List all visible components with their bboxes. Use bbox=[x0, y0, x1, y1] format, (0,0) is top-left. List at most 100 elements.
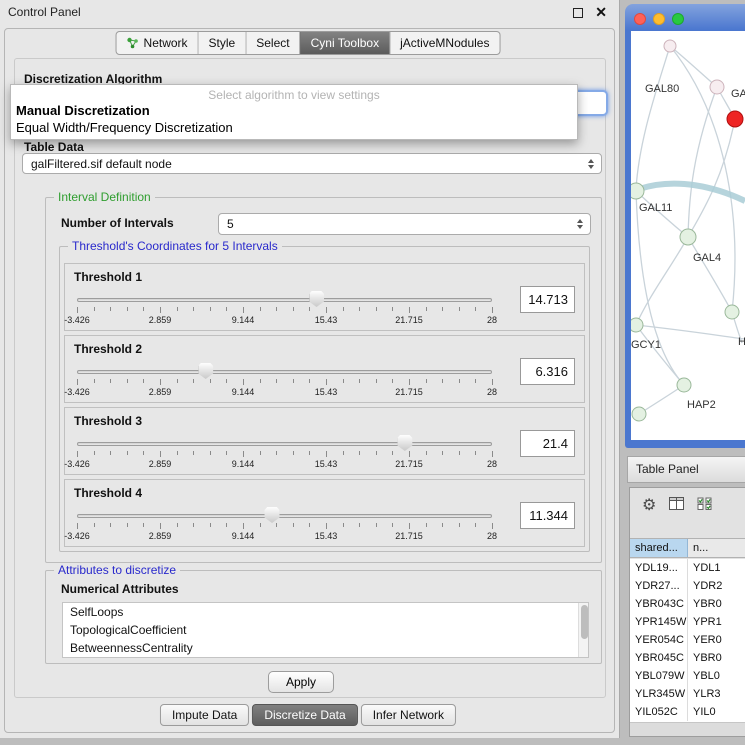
table-row[interactable]: YDL19...YDL1 bbox=[630, 559, 745, 577]
tab-label: jActiveMNodules bbox=[400, 36, 489, 50]
slider-thumb-icon[interactable] bbox=[265, 507, 280, 523]
threshold-label: Threshold 3 bbox=[74, 414, 142, 428]
columns-icon[interactable] bbox=[669, 497, 684, 515]
table-hscrollbar-area[interactable] bbox=[630, 722, 745, 736]
threshold-label: Threshold 2 bbox=[74, 342, 142, 356]
tab-label: Cyni Toolbox bbox=[311, 36, 379, 50]
slider-scale-labels: -3.4262.8599.14415.4321.71528 bbox=[77, 531, 492, 543]
threshold-slider[interactable]: -3.4262.8599.14415.4321.71528 bbox=[77, 362, 492, 402]
svg-text:GAL11: GAL11 bbox=[639, 202, 672, 214]
cell-shared-name[interactable]: YDL19... bbox=[630, 559, 688, 577]
close-icon[interactable]: ✕ bbox=[595, 4, 607, 21]
attributes-list: SelfLoopsTopologicalCoefficientBetweenne… bbox=[62, 602, 589, 658]
cell-name[interactable]: YDL1 bbox=[688, 559, 745, 577]
tab-network[interactable]: Network bbox=[117, 32, 198, 54]
attributes-scrollbar[interactable] bbox=[578, 603, 588, 657]
thresholds-group: Threshold's Coordinates for 5 Intervals … bbox=[59, 246, 590, 552]
threshold-value-field[interactable]: 6.316 bbox=[520, 358, 575, 385]
float-window-icon[interactable] bbox=[573, 8, 583, 18]
cell-name[interactable]: YIL0 bbox=[688, 703, 745, 721]
slider-track[interactable] bbox=[77, 514, 492, 518]
num-intervals-label: Number of Intervals bbox=[61, 216, 174, 230]
table-toolbar: ⚙ bbox=[630, 488, 745, 524]
threshold-value-field[interactable]: 11.344 bbox=[520, 502, 575, 529]
cell-name[interactable]: YBR0 bbox=[688, 649, 745, 667]
cell-shared-name[interactable]: YPR145W bbox=[630, 613, 688, 631]
slider-thumb-icon[interactable] bbox=[397, 435, 412, 451]
table-panel: ⚙ shared... n... YDL19...YDL1YDR27...YDR… bbox=[629, 487, 745, 737]
table-row[interactable]: YIL052CYIL0 bbox=[630, 703, 745, 721]
table-row[interactable]: YER054CYER0 bbox=[630, 631, 745, 649]
dropdown-option-manual-discretization[interactable]: Manual Discretization bbox=[11, 102, 577, 119]
minimize-traffic-light-icon[interactable] bbox=[653, 13, 665, 25]
dropdown-options: Manual DiscretizationEqual Width/Frequen… bbox=[11, 102, 577, 136]
cell-shared-name[interactable]: YIL052C bbox=[630, 703, 688, 721]
cell-name[interactable]: YLR3 bbox=[688, 685, 745, 703]
cell-name[interactable]: YER0 bbox=[688, 631, 745, 649]
threshold-panel-3: Threshold 3 -3.4262.8599.14415.4321.71528… bbox=[64, 407, 585, 475]
cell-name[interactable]: YBR0 bbox=[688, 595, 745, 613]
cell-shared-name[interactable]: YBL079W bbox=[630, 667, 688, 685]
bottom-tab-infer-network[interactable]: Infer Network bbox=[361, 704, 456, 726]
close-traffic-light-icon[interactable] bbox=[634, 13, 646, 25]
threshold-value-field[interactable]: 14.713 bbox=[520, 286, 575, 313]
table-data-label: Table Data bbox=[24, 140, 84, 154]
cell-shared-name[interactable]: YER054C bbox=[630, 631, 688, 649]
column-select-icon[interactable] bbox=[697, 497, 713, 515]
threshold-slider[interactable]: -3.4262.8599.14415.4321.71528 bbox=[77, 434, 492, 474]
apply-button[interactable]: Apply bbox=[268, 671, 334, 693]
threshold-label: Threshold 4 bbox=[74, 486, 142, 500]
cell-shared-name[interactable]: YBR045C bbox=[630, 649, 688, 667]
tab-style[interactable]: Style bbox=[198, 32, 246, 54]
slider-track[interactable] bbox=[77, 442, 492, 446]
combo-arrows-icon bbox=[588, 159, 594, 169]
table-row[interactable]: YBR045CYBR0 bbox=[630, 649, 745, 667]
slider-thumb-icon[interactable] bbox=[198, 363, 213, 379]
tab-jactivemnodules[interactable]: jActiveMNodules bbox=[389, 32, 499, 54]
bottom-tab-discretize-data[interactable]: Discretize Data bbox=[252, 704, 357, 726]
top-tab-bar: NetworkStyleSelect Cyni Toolbox jActiveMNo… bbox=[116, 31, 501, 55]
network-canvas[interactable]: GAL80GAGAL11GAL4GCY1HHAP2 bbox=[631, 31, 745, 440]
threshold-value-field[interactable]: 21.4 bbox=[520, 430, 575, 457]
cell-name[interactable]: YDR2 bbox=[688, 577, 745, 595]
bottom-tab-impute-data[interactable]: Impute Data bbox=[160, 704, 249, 726]
slider-ticks bbox=[77, 307, 492, 314]
slider-track[interactable] bbox=[77, 370, 492, 374]
slider-scale-labels: -3.4262.8599.14415.4321.71528 bbox=[77, 315, 492, 327]
table-row[interactable]: YDR27...YDR2 bbox=[630, 577, 745, 595]
threshold-slider[interactable]: -3.4262.8599.14415.4321.71528 bbox=[77, 290, 492, 330]
cell-shared-name[interactable]: YLR345W bbox=[630, 685, 688, 703]
cell-name[interactable]: YBL0 bbox=[688, 667, 745, 685]
attributes-group: Attributes to discretize Numerical Attri… bbox=[45, 570, 602, 664]
table-row[interactable]: YBR043CYBR0 bbox=[630, 595, 745, 613]
svg-text:GCY1: GCY1 bbox=[631, 339, 661, 351]
table-row[interactable]: YLR345WYLR3 bbox=[630, 685, 745, 703]
cell-name[interactable]: YPR1 bbox=[688, 613, 745, 631]
attribute-item-betweennesscentrality[interactable]: BetweennessCentrality bbox=[63, 639, 588, 657]
cell-shared-name[interactable]: YDR27... bbox=[630, 577, 688, 595]
control-panel-title: Control Panel bbox=[8, 5, 81, 19]
num-intervals-combobox[interactable]: 5 bbox=[218, 213, 591, 235]
threshold-slider[interactable]: -3.4262.8599.14415.4321.71528 bbox=[77, 506, 492, 546]
slider-scale-labels: -3.4262.8599.14415.4321.71528 bbox=[77, 387, 492, 399]
dropdown-option-equal-width-frequency-discretization[interactable]: Equal Width/Frequency Discretization bbox=[11, 119, 577, 136]
attribute-item-topologicalcoefficient[interactable]: TopologicalCoefficient bbox=[63, 621, 588, 639]
num-intervals-value: 5 bbox=[227, 217, 234, 231]
gear-icon[interactable]: ⚙ bbox=[642, 498, 656, 514]
svg-text:HAP2: HAP2 bbox=[687, 399, 716, 411]
cell-shared-name[interactable]: YBR043C bbox=[630, 595, 688, 613]
tab-select[interactable]: Select bbox=[245, 32, 299, 54]
attribute-item-selfloops[interactable]: SelfLoops bbox=[63, 603, 588, 621]
scrollbar-thumb[interactable] bbox=[581, 605, 588, 639]
table-data-combobox[interactable]: galFiltered.sif default node bbox=[22, 153, 602, 174]
table-header-row: shared... n... bbox=[630, 538, 745, 558]
column-header-shared-name[interactable]: shared... bbox=[630, 539, 688, 557]
table-row[interactable]: YBL079WYBL0 bbox=[630, 667, 745, 685]
slider-track[interactable] bbox=[77, 298, 492, 302]
zoom-traffic-light-icon[interactable] bbox=[672, 13, 684, 25]
column-header-name[interactable]: n... bbox=[688, 539, 745, 557]
slider-thumb-icon[interactable] bbox=[309, 291, 324, 307]
table-row[interactable]: YPR145WYPR1 bbox=[630, 613, 745, 631]
interval-definition-group: Interval Definition Number of Intervals … bbox=[45, 197, 602, 563]
tab-cyni-toolbox[interactable]: Cyni Toolbox bbox=[300, 32, 389, 54]
